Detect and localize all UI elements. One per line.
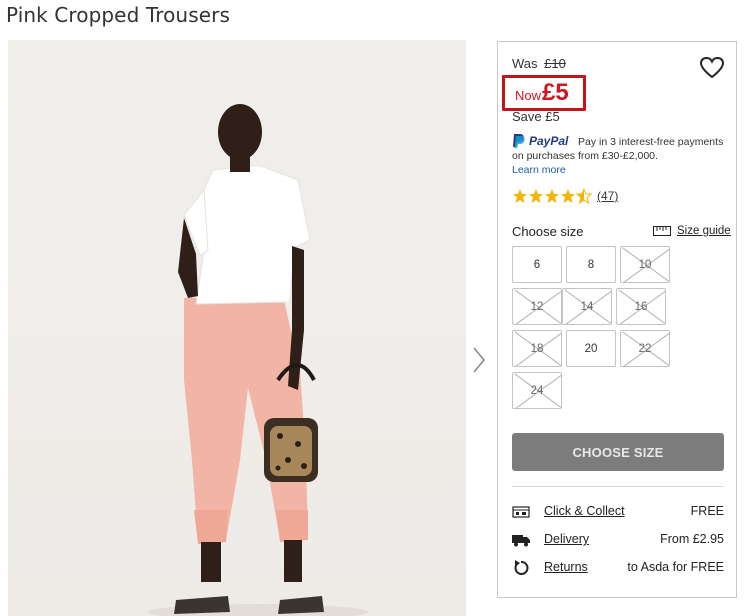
size-option-label: 24 — [530, 384, 544, 397]
paypal-message: Pay in 3 interest-free payments on purch… — [512, 136, 724, 162]
size-option-14[interactable]: 14 — [562, 288, 612, 325]
reviews-link[interactable]: (47) — [597, 189, 618, 203]
delivery-value: From £2.95 — [660, 532, 724, 546]
now-price: £5 — [542, 79, 569, 106]
review-count[interactable]: (47) — [597, 189, 618, 203]
divider — [512, 486, 724, 487]
size-option-label: 12 — [530, 300, 544, 313]
choose-size-button[interactable]: CHOOSE SIZE — [512, 433, 724, 471]
size-option-label: 18 — [530, 342, 544, 355]
model-photo-illustration — [148, 104, 368, 616]
size-guide-link[interactable]: Size guide — [653, 225, 731, 237]
size-option-label: 10 — [638, 258, 652, 271]
now-label: Now — [515, 88, 542, 103]
star-icon — [513, 189, 527, 203]
size-option-label: 6 — [533, 258, 541, 271]
size-option-label: 20 — [584, 342, 598, 355]
size-option-label: 14 — [580, 300, 594, 313]
size-option-20[interactable]: 20 — [566, 330, 616, 367]
star-icon — [576, 188, 592, 204]
returns-value: to Asda for FREE — [627, 560, 724, 574]
choose-size-label: Choose size — [512, 224, 584, 239]
return-icon — [514, 560, 529, 575]
heart-icon[interactable] — [699, 56, 725, 80]
purchase-panel: Was £10 Now £5 Save £5 PayPal Pay in 3 i… — [497, 41, 737, 598]
was-price: Was £10 — [512, 56, 566, 71]
size-guide-label[interactable]: Size guide — [677, 225, 731, 237]
size-option-6[interactable]: 6 — [512, 246, 562, 283]
delivery-link[interactable]: Delivery — [544, 532, 589, 546]
was-value: £10 — [544, 56, 566, 71]
size-option-8[interactable]: 8 — [566, 246, 616, 283]
size-option-label: 22 — [638, 342, 652, 355]
size-option-label: 16 — [634, 300, 648, 313]
click-collect-link[interactable]: Click & Collect — [544, 504, 625, 518]
star-icon — [545, 189, 559, 203]
now-price-highlight: Now £5 — [502, 75, 586, 111]
star-icon — [561, 189, 575, 203]
size-option-22[interactable]: 22 — [620, 330, 670, 367]
returns-link[interactable]: Returns — [544, 560, 588, 574]
paypal-learn-more-link[interactable]: Learn more — [512, 164, 566, 176]
page-title: Pink Cropped Trousers — [6, 3, 230, 27]
click-collect-value: FREE — [690, 504, 724, 518]
star-icon — [529, 189, 543, 203]
chevron-right-icon[interactable] — [470, 344, 488, 376]
save-amount: Save £5 — [512, 109, 560, 124]
size-option-24[interactable]: 24 — [512, 372, 562, 409]
ruler-icon — [653, 226, 671, 236]
size-option-18[interactable]: 18 — [512, 330, 562, 367]
service-row-click-collect: Click & Collect FREE — [512, 503, 724, 521]
size-option-12[interactable]: 12 — [512, 288, 562, 325]
rating-stars — [512, 188, 592, 204]
product-image[interactable] — [8, 40, 466, 616]
store-icon — [512, 506, 530, 518]
was-label: Was — [512, 56, 538, 71]
service-row-returns: Returns to Asda for FREE — [512, 559, 724, 577]
truck-icon — [512, 535, 530, 547]
size-option-10[interactable]: 10 — [620, 246, 670, 283]
size-option-16[interactable]: 16 — [616, 288, 666, 325]
service-row-delivery: Delivery From £2.95 — [512, 531, 724, 549]
size-option-label: 8 — [587, 258, 595, 271]
